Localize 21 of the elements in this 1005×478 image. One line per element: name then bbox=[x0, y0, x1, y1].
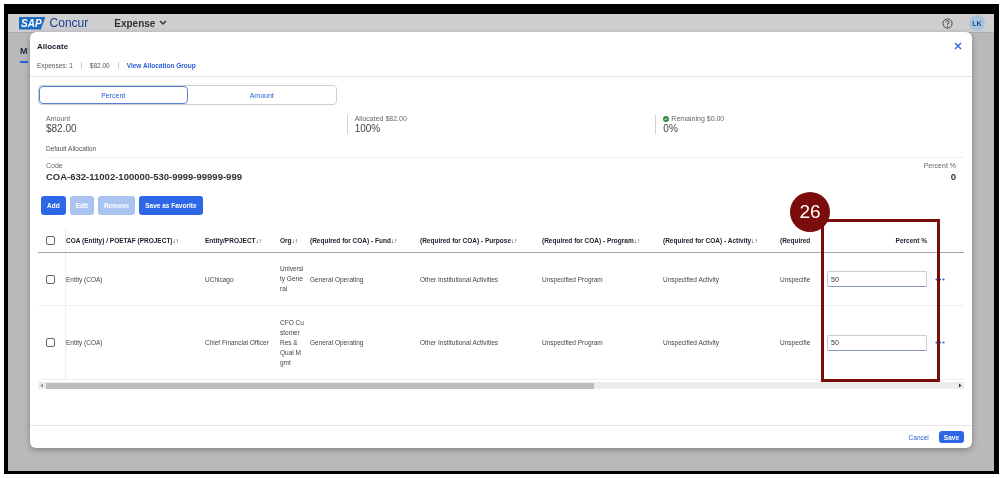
nav-tab[interactable]: M bbox=[20, 46, 28, 63]
scroll-left-icon[interactable] bbox=[40, 383, 44, 388]
select-all-checkbox[interactable] bbox=[45, 236, 55, 245]
allocation-code: COA-632-11002-100000-530-9999-99999-999 bbox=[46, 171, 242, 182]
help-icon[interactable] bbox=[942, 17, 953, 29]
dialog-title: Allocate bbox=[37, 41, 69, 51]
logo-name: Concur bbox=[49, 17, 89, 29]
close-icon[interactable] bbox=[954, 42, 962, 50]
stat-value: 100% bbox=[354, 123, 382, 134]
horizontal-scrollbar[interactable] bbox=[38, 382, 964, 389]
row-checkbox[interactable] bbox=[45, 274, 55, 284]
stat-value: $82.00 bbox=[46, 123, 78, 134]
expense-menu[interactable]: Expense bbox=[114, 17, 168, 29]
scroll-right-icon[interactable] bbox=[958, 383, 962, 388]
more-icon[interactable] bbox=[935, 277, 945, 281]
caret-icon bbox=[159, 20, 168, 26]
more-icon[interactable] bbox=[935, 341, 945, 344]
row-checkbox[interactable] bbox=[45, 338, 55, 347]
logo-mark: SAP bbox=[19, 16, 46, 30]
percent-value: 0 bbox=[950, 171, 956, 182]
stat-value: 0% bbox=[663, 123, 679, 134]
